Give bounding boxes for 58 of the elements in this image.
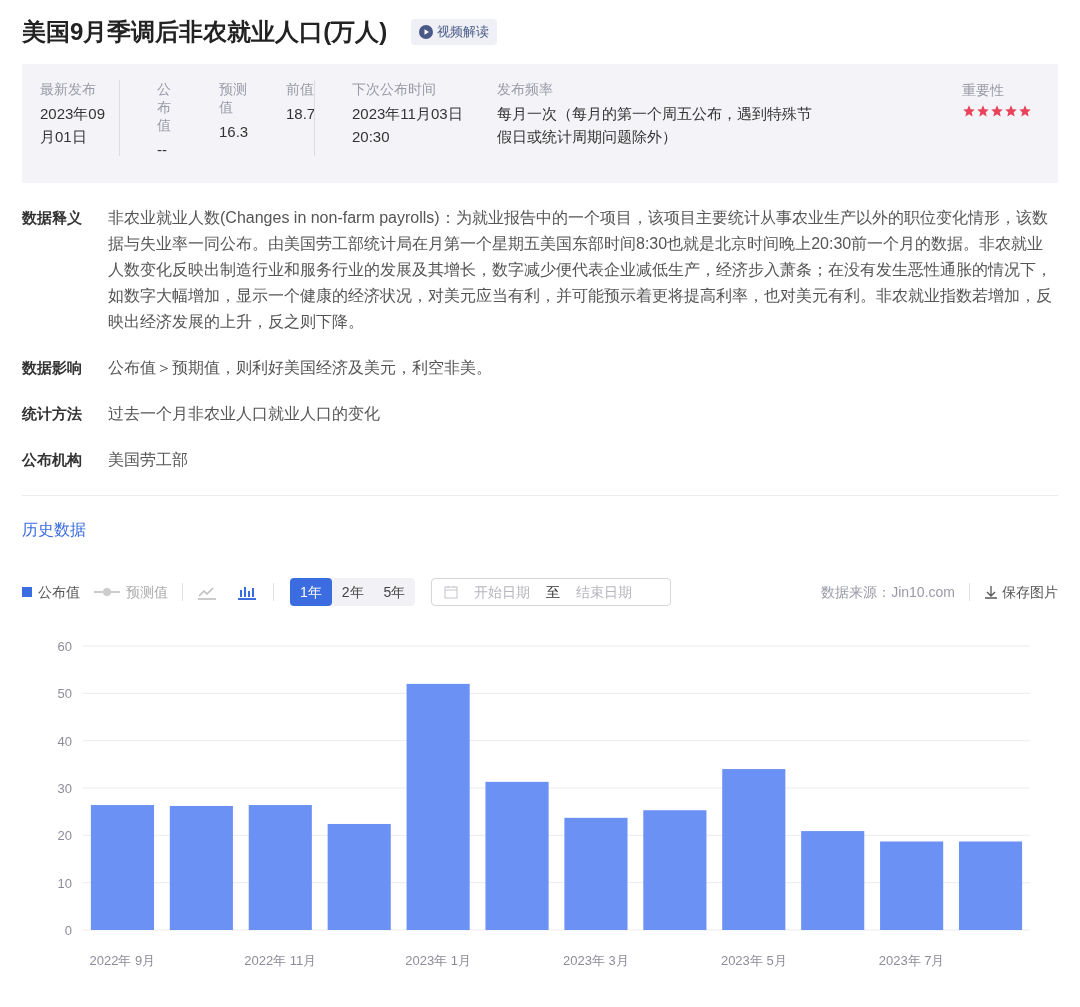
end-date-input[interactable]: 结束日期 <box>572 581 637 603</box>
data-source: 数据来源：Jin10.com <box>821 582 955 602</box>
info-label: 重要性 <box>962 81 1005 100</box>
info-value: 18.7 <box>286 104 316 124</box>
info-label: 最新发布 <box>40 80 96 98</box>
axis-label: 2022年 11月 <box>244 953 317 968</box>
detail-text: 美国劳工部 <box>108 450 188 470</box>
info-label: 前值 <box>286 80 314 98</box>
axis-label: 60 <box>57 639 72 654</box>
download-icon <box>984 585 998 599</box>
axis-label: 2023年 3月 <box>563 953 629 968</box>
axis-label: 2023年 5月 <box>720 953 787 968</box>
legend-item[interactable]: 公布值 <box>22 581 80 603</box>
detail-text: 非农业就业人数(Changes in non-farm payrolls)：为就业报告中的一个项目，该项目主要统计从事农业生产以外的职位变化情形，该数据与失业率一同公布。由美国劳工部统计局在月第一个星期五美国东部时间8:30也就是北京时间晚上20:30前一个月的数据。非农就业人数变化反映出制造行业和服务行业的发展及其增长，数字减少便代表企业减低生产，经济步入萧条；在没有发生恶性通胀的情况下，如数字大幅增加，显示一个健康的经济状况，对美元应当有利，并可能预示着更将提高利率，也对美元有利。非农就业指数若增加，反映出经济发展的上升，反之则下降。 <box>108 208 1053 332</box>
line-marker-icon <box>94 587 120 597</box>
range-separator: 至 <box>546 582 561 602</box>
axis-label: 2023年 1月 <box>405 953 471 968</box>
axis-label: 10 <box>57 875 72 891</box>
info-value: -- <box>157 140 167 160</box>
info-value: 16.3 <box>219 122 249 142</box>
axis-label: 2023年 7月 <box>878 953 945 968</box>
start-date-input[interactable]: 开始日期 <box>470 581 535 603</box>
info-label: 预测值 <box>219 80 247 116</box>
history-link[interactable]: 历史数据 <box>22 518 86 542</box>
star-icon <box>990 104 1004 118</box>
detail-text: 公布值＞预期值，则利好美国经济及美元，利空非美。 <box>108 358 492 378</box>
axis-label: 20 <box>57 828 72 844</box>
save-image-button[interactable]: 保存图片 <box>984 581 1058 603</box>
square-icon <box>22 587 32 597</box>
star-icon <box>962 104 976 118</box>
info-label: 下次公布时间 <box>352 80 436 98</box>
video-button[interactable]: 视频解读 <box>411 19 498 45</box>
info-label: 发布频率 <box>497 80 553 98</box>
detail-text: 过去一个月非农业人口就业人口的变化 <box>108 404 380 424</box>
detail-label: 公布机构 <box>22 450 83 470</box>
axis-label: 50 <box>57 686 72 702</box>
calendar-icon <box>444 585 459 599</box>
range-tab[interactable]: 1年 <box>290 578 332 606</box>
info-value: 2023年09月01日 <box>40 104 107 147</box>
axis-label: 2022年 9月 <box>89 953 156 968</box>
detail-label: 统计方法 <box>22 404 83 424</box>
detail-label: 数据释义 <box>22 208 83 228</box>
page-title: 美国9月季调后非农就业人口(万人) <box>22 17 388 47</box>
axis-label: 0 <box>64 923 72 938</box>
info-value: 每月一次（每月的第一个周五公布，遇到特殊节假日或统计周期问题除外） <box>497 104 813 147</box>
bar-chart-icon[interactable] <box>237 584 257 600</box>
axis-label: 30 <box>57 781 72 796</box>
axis-label: 40 <box>57 733 72 749</box>
range-tab[interactable]: 2年 <box>331 578 374 606</box>
date-range-field[interactable]: 开始日期 至 结束日期 <box>431 578 672 606</box>
star-icon <box>976 104 990 118</box>
play-icon <box>419 25 434 39</box>
star-icon <box>1018 104 1032 118</box>
info-label: 公布值 <box>157 80 171 134</box>
range-tab[interactable]: 5年 <box>373 578 416 606</box>
detail-label: 数据影响 <box>22 358 83 378</box>
star-icon <box>1004 104 1018 118</box>
info-value: 2023年11月03日 20:30 <box>352 104 464 147</box>
